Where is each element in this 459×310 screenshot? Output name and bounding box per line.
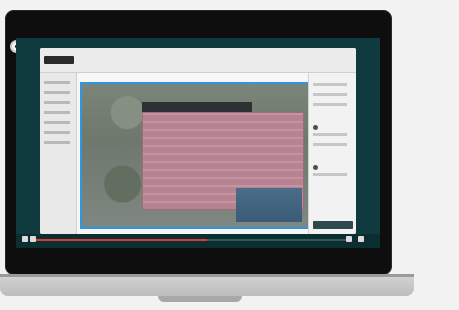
play-icon[interactable]: [22, 236, 28, 242]
map-viewport[interactable]: [80, 82, 310, 229]
right-panel-row[interactable]: [313, 93, 347, 96]
left-panel-row[interactable]: [44, 81, 70, 84]
left-panel-row[interactable]: [44, 141, 70, 144]
breadcrumb[interactable]: [44, 56, 74, 64]
status-dot: [313, 125, 318, 130]
left-panel-row[interactable]: [44, 131, 70, 134]
right-panel-row[interactable]: [313, 83, 347, 86]
screen: [16, 38, 380, 248]
right-panel-row[interactable]: [313, 173, 347, 176]
progress-fill: [36, 239, 207, 241]
laptop-notch: [158, 296, 242, 302]
video-controls: [16, 234, 380, 248]
map-water: [236, 188, 302, 222]
laptop-edge: [0, 274, 414, 277]
right-panel-row[interactable]: [313, 143, 347, 146]
left-panel-row[interactable]: [44, 91, 70, 94]
settings-icon[interactable]: [346, 236, 352, 242]
app-header: [40, 48, 356, 73]
primary-action-button[interactable]: [313, 221, 353, 229]
status-dot: [313, 165, 318, 170]
right-panel-row[interactable]: [313, 103, 347, 106]
laptop-base: [0, 274, 414, 296]
left-panel-row[interactable]: [44, 121, 70, 124]
fullscreen-icon[interactable]: [358, 236, 364, 242]
left-panel-row[interactable]: [44, 101, 70, 104]
right-panel: [308, 73, 356, 234]
left-panel-row[interactable]: [44, 111, 70, 114]
app-window: [40, 48, 356, 234]
right-panel-row[interactable]: [313, 133, 347, 136]
left-panel: [40, 73, 77, 234]
